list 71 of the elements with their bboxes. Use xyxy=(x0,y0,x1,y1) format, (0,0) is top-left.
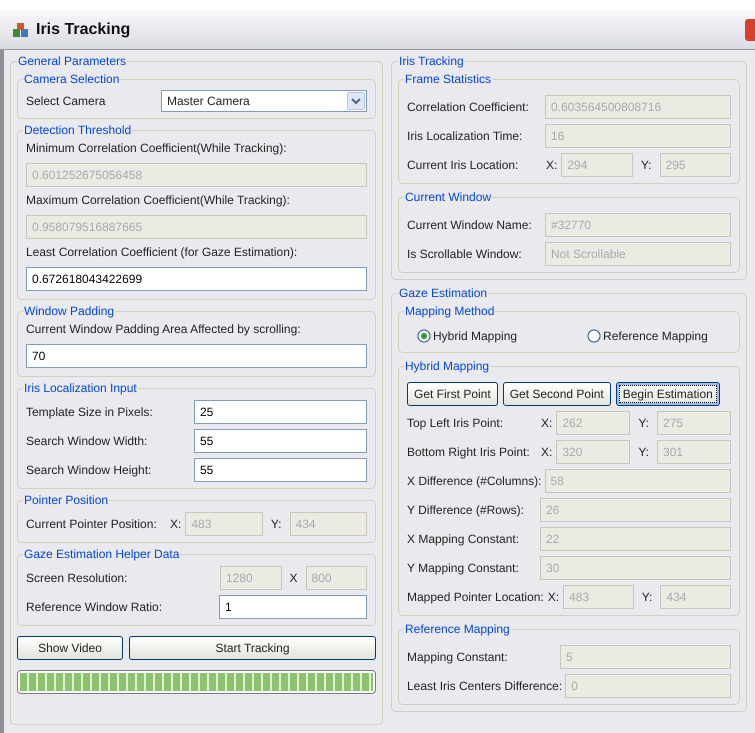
group-title: Window Padding xyxy=(23,303,116,320)
push-button[interactable]: Show Video xyxy=(17,636,123,660)
axis-label: X: xyxy=(541,414,552,432)
axis-label: X: xyxy=(170,516,182,532)
field-label: Least Correlation Coefficient (for Gaze Estimation): xyxy=(26,244,298,261)
group-title: Detection Threshold xyxy=(23,122,132,139)
field-label: X Difference (#Columns): xyxy=(407,472,542,490)
text-field[interactable]: 70 xyxy=(26,344,367,368)
field-label: Template Size in Pixels: xyxy=(26,404,154,420)
push-button[interactable]: Get First Point xyxy=(407,382,498,406)
group-title: Reference Mapping xyxy=(404,621,511,638)
axis-label: Y: xyxy=(640,588,654,606)
field-label: Mapped Pointer Location: xyxy=(407,588,544,606)
text-field[interactable]: 55 xyxy=(194,428,367,452)
window-title: Iris Tracking xyxy=(36,20,130,40)
radio-icon[interactable] xyxy=(417,329,431,343)
group-title: Camera Selection xyxy=(23,71,120,88)
text-field[interactable]: 1 xyxy=(219,594,367,618)
push-button[interactable]: Get Second Point xyxy=(502,382,611,406)
field-label: Screen Resolution: xyxy=(26,570,128,586)
axis-label: Y: xyxy=(637,414,650,432)
dropdown-value: Master Camera xyxy=(166,93,251,110)
radio-option[interactable]: Reference Mapping xyxy=(587,327,708,345)
axis-label: X: xyxy=(541,444,552,460)
group-title: Iris Localization Input xyxy=(23,380,138,397)
field-label: Correlation Coefficient: xyxy=(407,98,530,116)
group-title: Pointer Position xyxy=(23,492,110,509)
camera-dropdown[interactable]: Master Camera xyxy=(161,90,367,112)
caret-icon[interactable] xyxy=(347,92,365,110)
field-label: Search Window Height: xyxy=(26,462,152,478)
section-title: Iris Tracking xyxy=(398,53,465,70)
close-button[interactable] xyxy=(745,18,755,40)
group-title: Current Window xyxy=(404,189,492,206)
field-label: Top Left Iris Point: xyxy=(407,414,504,432)
field-label: Iris Localization Time: xyxy=(407,128,524,144)
push-button[interactable]: Begin Estimation xyxy=(616,382,720,406)
field-label: Current Pointer Position: xyxy=(26,516,158,532)
field-label: Bottom Right Iris Point: xyxy=(407,444,531,460)
field-label: Search Window Width: xyxy=(26,432,148,450)
axis-label: X: xyxy=(548,588,560,606)
field-label: Select Camera xyxy=(26,93,106,110)
section-title: General Parameters xyxy=(17,53,128,70)
radio-icon[interactable] xyxy=(587,329,602,343)
field-label: Is Scrollable Window: xyxy=(407,246,523,262)
field-label: Current Window Padding Area Affected by scrolling: xyxy=(26,321,302,338)
section-title: Gaze Estimation xyxy=(398,285,488,302)
group-title: Mapping Method xyxy=(404,303,496,320)
field-label: Current Iris Location: xyxy=(407,156,520,174)
field-label: Current Window Name: xyxy=(407,216,533,234)
app-icon xyxy=(12,22,30,38)
text-field[interactable]: 55 xyxy=(194,458,367,482)
axis-label: Y: xyxy=(637,444,650,460)
group-title: Frame Statistics xyxy=(404,71,492,88)
field-label: Least Iris Centers Difference: xyxy=(407,678,562,694)
field-label: X Mapping Constant: xyxy=(407,530,520,548)
axis-label: X: xyxy=(546,156,558,174)
field-label: Reference Window Ratio: xyxy=(26,598,164,616)
text-field[interactable]: 25 xyxy=(194,400,367,424)
field-label: Y Mapping Constant: xyxy=(407,560,520,576)
field-label: Minimum Correlation Coefficient(While Tracking): xyxy=(26,140,288,157)
radio-option[interactable]: Hybrid Mapping xyxy=(417,327,518,345)
group-title: Hybrid Mapping xyxy=(404,358,490,375)
field-label: Y Difference (#Rows): xyxy=(407,502,525,518)
axis-label: Y: xyxy=(640,156,653,174)
text-field[interactable]: 0.672618043422699 xyxy=(26,267,367,291)
group-title: Gaze Estimation Helper Data xyxy=(23,546,180,563)
field-label: Mapping Constant: xyxy=(407,648,509,666)
axis-label: X xyxy=(288,570,299,586)
field-label: Maximum Correlation Coefficient(While Tracking): xyxy=(26,192,291,209)
push-button[interactable]: Start Tracking xyxy=(129,636,376,660)
axis-label: Y: xyxy=(270,516,283,532)
